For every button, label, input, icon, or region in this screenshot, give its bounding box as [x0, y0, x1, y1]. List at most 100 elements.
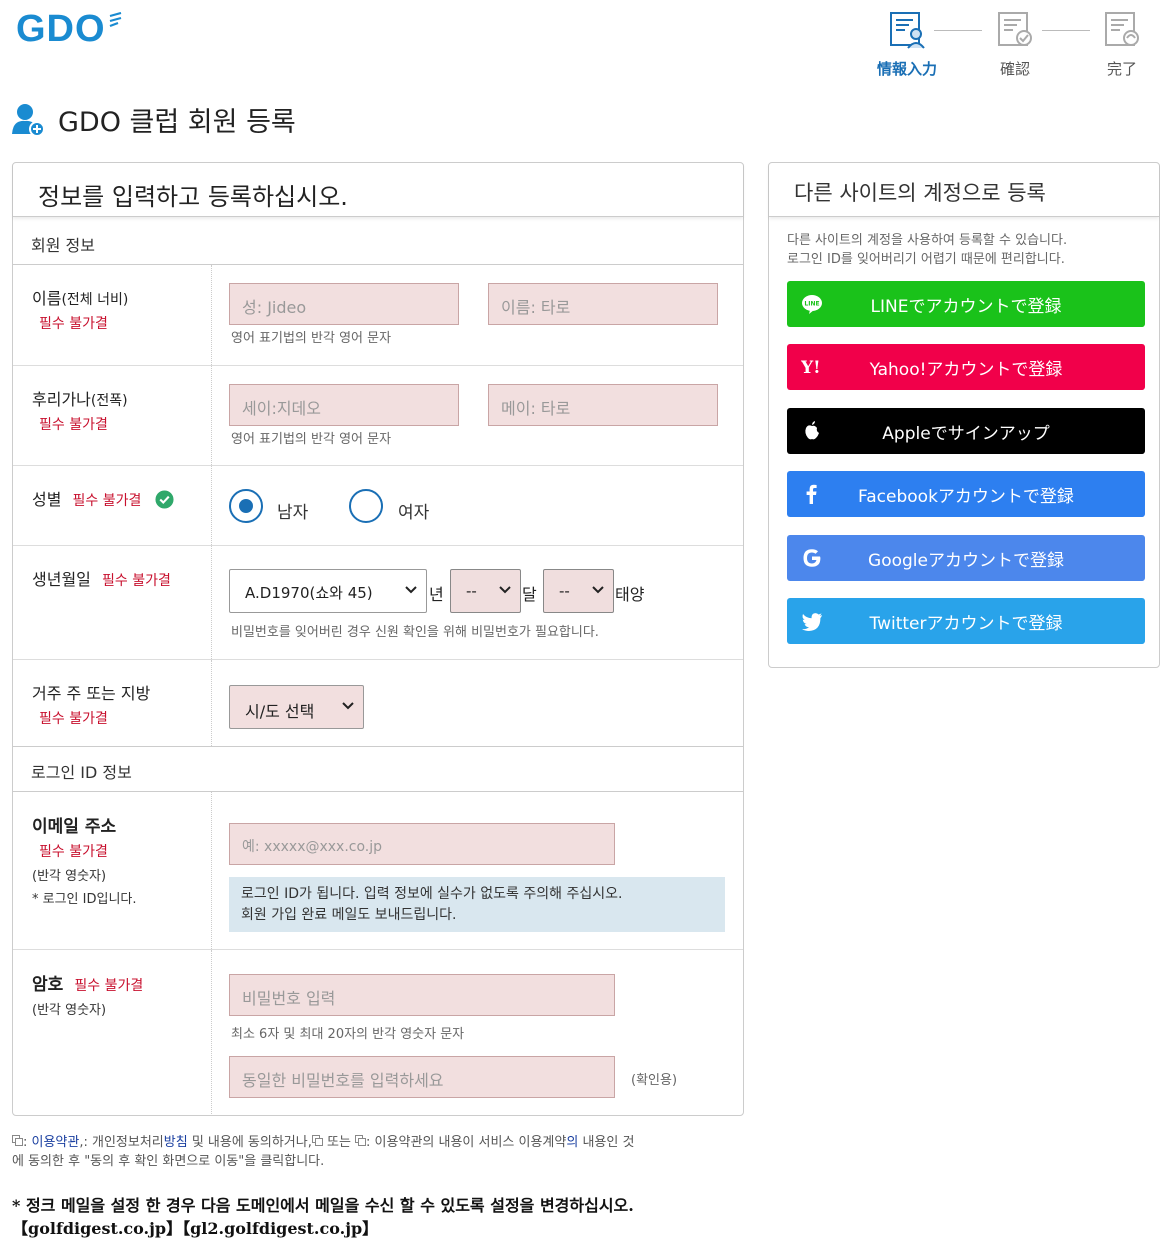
gender-label-cell: 성별 필수 불가결: [13, 466, 212, 545]
social-desc-line: 다른 사이트의 계정을 사용하여 등록할 수 있습니다.: [787, 233, 1068, 248]
agree-text: 또는: [322, 1135, 356, 1150]
member-info-section: 회원 정보: [13, 217, 743, 265]
page-title-text: GDO 클럽 회원 등록: [58, 107, 296, 138]
name-hint: 영어 표기법의 반각 영어 문자: [231, 331, 392, 346]
facebook-signup-label: Facebookアカウントで登録: [858, 486, 1074, 507]
required-badge: 필수 불가결: [39, 711, 108, 727]
chevron-down-icon: [342, 702, 354, 710]
region-label: 거주 주 또는 지방: [32, 684, 151, 703]
day-unit: 태양: [615, 585, 645, 604]
birth-day-value: --: [559, 582, 570, 600]
registration-form: 정보를 입력하고 등록하십시오. 회원 정보 이름(전체 너비) 필수 불가결 …: [12, 162, 744, 1116]
required-badge: 필수 불가결: [101, 573, 171, 589]
apple-signup-button[interactable]: Appleでサインアップ: [787, 408, 1145, 454]
chevron-down-icon: [405, 586, 417, 594]
furigana-hint: 영어 표기법의 반각 영어 문자: [231, 432, 392, 447]
region-value: 시/도 선택: [245, 702, 315, 721]
agree-text: : 이용약관의 내용이 서비스 이용계약: [366, 1135, 567, 1150]
birth-year-select[interactable]: A.D1970(쇼와 45): [229, 569, 427, 613]
name-label-cell: 이름(전체 너비) 필수 불가결: [13, 265, 212, 365]
mail-domains: 【golfdigest.co.jp】【gl2.golfdigest.co.jp】: [12, 1219, 379, 1238]
form-heading: 정보를 입력하고 등록하십시오.: [13, 163, 743, 217]
required-badge: 필수 불가결: [39, 417, 108, 433]
yahoo-signup-button[interactable]: Y! Yahoo!アカウントで登録: [787, 344, 1145, 390]
email-label: 이메일 주소: [32, 817, 117, 837]
first-name-input[interactable]: 이름: 타로: [488, 283, 718, 325]
birth-month-value: --: [466, 582, 477, 600]
gdo-logo[interactable]: GDO: [16, 8, 122, 51]
agree-text: :: [23, 1135, 32, 1150]
logo-text: GDO: [16, 8, 106, 50]
password-row: 암호 필수 불가결 (반각 영숫자) 비밀번호 입력 최소 6자 및 최대 20…: [13, 950, 743, 1116]
terms-link[interactable]: 이용약관: [32, 1135, 80, 1150]
twitter-signup-label: Twitterアカウントで登録: [869, 613, 1063, 634]
form-check-icon: [998, 12, 1032, 46]
gender-female-radio[interactable]: [349, 489, 383, 523]
junk-mail-notice: * 정크 메일을 설정 한 경우 다음 도메인에서 메일을 수신 할 수 있도록…: [12, 1194, 634, 1240]
furigana-row: 후리가나(전폭) 필수 불가결 세이:지데오 메이: 타로 영어 표기법의 반각…: [13, 366, 743, 466]
twitter-signup-button[interactable]: Twitterアカウントで登録: [787, 598, 1145, 644]
step-label: 情報入力: [876, 60, 937, 78]
password-hint: 최소 6자 및 최대 20자의 반각 영숫자 문자: [231, 1027, 465, 1042]
step-label: 確認: [999, 60, 1030, 78]
facebook-signup-button[interactable]: Facebookアカウントで登録: [787, 471, 1145, 517]
required-badge: 필수 불가결: [74, 978, 144, 994]
gender-male-label[interactable]: 남자: [277, 498, 308, 523]
gender-male-radio[interactable]: [229, 489, 263, 523]
first-name-kana-input[interactable]: 메이: 타로: [488, 384, 718, 426]
agree-text: 내용인 것: [578, 1135, 635, 1150]
name-label-sub: (전체 너비): [61, 292, 129, 308]
social-desc-line: 로그인 ID를 잊어버리기 어렵기 때문에 편리합니다.: [787, 252, 1065, 267]
google-signup-label: Googleアカウントで登録: [868, 550, 1064, 571]
email-info-line: 로그인 ID가 됩니다. 입력 정보에 실수가 없도록 주의해 주십시오.: [241, 886, 623, 902]
login-info-section: 로그인 ID 정보: [13, 747, 743, 792]
google-signup-button[interactable]: Googleアカウントで登録: [787, 535, 1145, 581]
yahoo-icon: Y!: [801, 358, 821, 378]
step-input: 情報入力: [872, 10, 942, 79]
region-select[interactable]: 시/도 선택: [229, 685, 364, 729]
form-user-icon: [890, 12, 925, 49]
last-name-kana-input[interactable]: 세이:지데오: [229, 384, 459, 426]
gender-female-label[interactable]: 여자: [398, 498, 429, 523]
password-label: 암호: [32, 975, 64, 995]
email-label-cell: 이메일 주소 필수 불가결 (반각 영숫자) * 로그인 ID입니다.: [13, 792, 212, 949]
line-signup-button[interactable]: LINE LINEでアカウントで登録: [787, 281, 1145, 327]
step-label: 完了: [1106, 60, 1137, 78]
required-badge: 필수 불가결: [39, 316, 108, 332]
agree-text: ,: 개인정보처리: [79, 1135, 164, 1150]
step-confirm: 確認: [980, 10, 1050, 79]
email-input[interactable]: 예: xxxxx@xxx.co.jp: [229, 823, 615, 865]
email-note-login: * 로그인 ID입니다.: [32, 892, 137, 907]
svg-text:Y!: Y!: [801, 358, 821, 378]
birthdate-row: 생년월일 필수 불가결 A.D1970(쇼와 45) 년 -- 달 -- 태양 …: [13, 546, 743, 660]
social-signup-title: 다른 사이트의 계정으로 등록: [769, 163, 1159, 217]
region-row: 거주 주 또는 지방 필수 불가결 시/도 선택: [13, 660, 743, 747]
birth-month-select[interactable]: --: [450, 569, 521, 613]
progress-steps: 情報入力 確認 完了: [872, 10, 1152, 80]
apple-signup-label: Appleでサインアップ: [882, 423, 1050, 444]
page-title: GDO 클럽 회원 등록: [12, 100, 296, 139]
step-complete: 完了: [1087, 10, 1157, 79]
agreement-note: : 이용약관,: 개인정보처리방침 및 내용에 동의하거나, 또는 : 이용약관…: [12, 1133, 752, 1171]
agree-text-line2: 에 동의한 후 "동의 후 확인 화면으로 이동"을 클릭합니다.: [12, 1154, 325, 1169]
furigana-label-cell: 후리가나(전폭) 필수 불가결: [13, 366, 212, 465]
chevron-down-icon: [592, 586, 604, 594]
password-confirm-input[interactable]: 동일한 비밀번호를 입력하세요: [229, 1056, 615, 1098]
password-input[interactable]: 비밀번호 입력: [229, 974, 615, 1016]
furigana-label: 후리가나: [32, 390, 91, 409]
furigana-label-sub: (전폭): [90, 393, 128, 409]
birth-day-select[interactable]: --: [543, 569, 614, 613]
line-signup-label: LINEでアカウントで登録: [870, 296, 1062, 317]
region-label-cell: 거주 주 또는 지방 필수 불가결: [13, 660, 212, 746]
gender-label: 성별: [32, 490, 62, 509]
social-signup-panel: 다른 사이트의 계정으로 등록 다른 사이트의 계정을 사용하여 등록할 수 있…: [768, 162, 1160, 668]
email-note: (반각 영숫자): [32, 869, 107, 884]
service-contract-link[interactable]: 의: [566, 1135, 578, 1150]
email-info-box: 로그인 ID가 됩니다. 입력 정보에 실수가 없도록 주의해 주십시오. 회원…: [229, 877, 725, 932]
logo-speed-icon: [109, 12, 121, 28]
facebook-icon: [806, 484, 817, 504]
name-label: 이름: [32, 289, 62, 308]
external-link-icon: [12, 1135, 23, 1146]
privacy-policy-link[interactable]: 방침: [164, 1135, 188, 1150]
last-name-input[interactable]: 성: Jideo: [229, 283, 459, 325]
